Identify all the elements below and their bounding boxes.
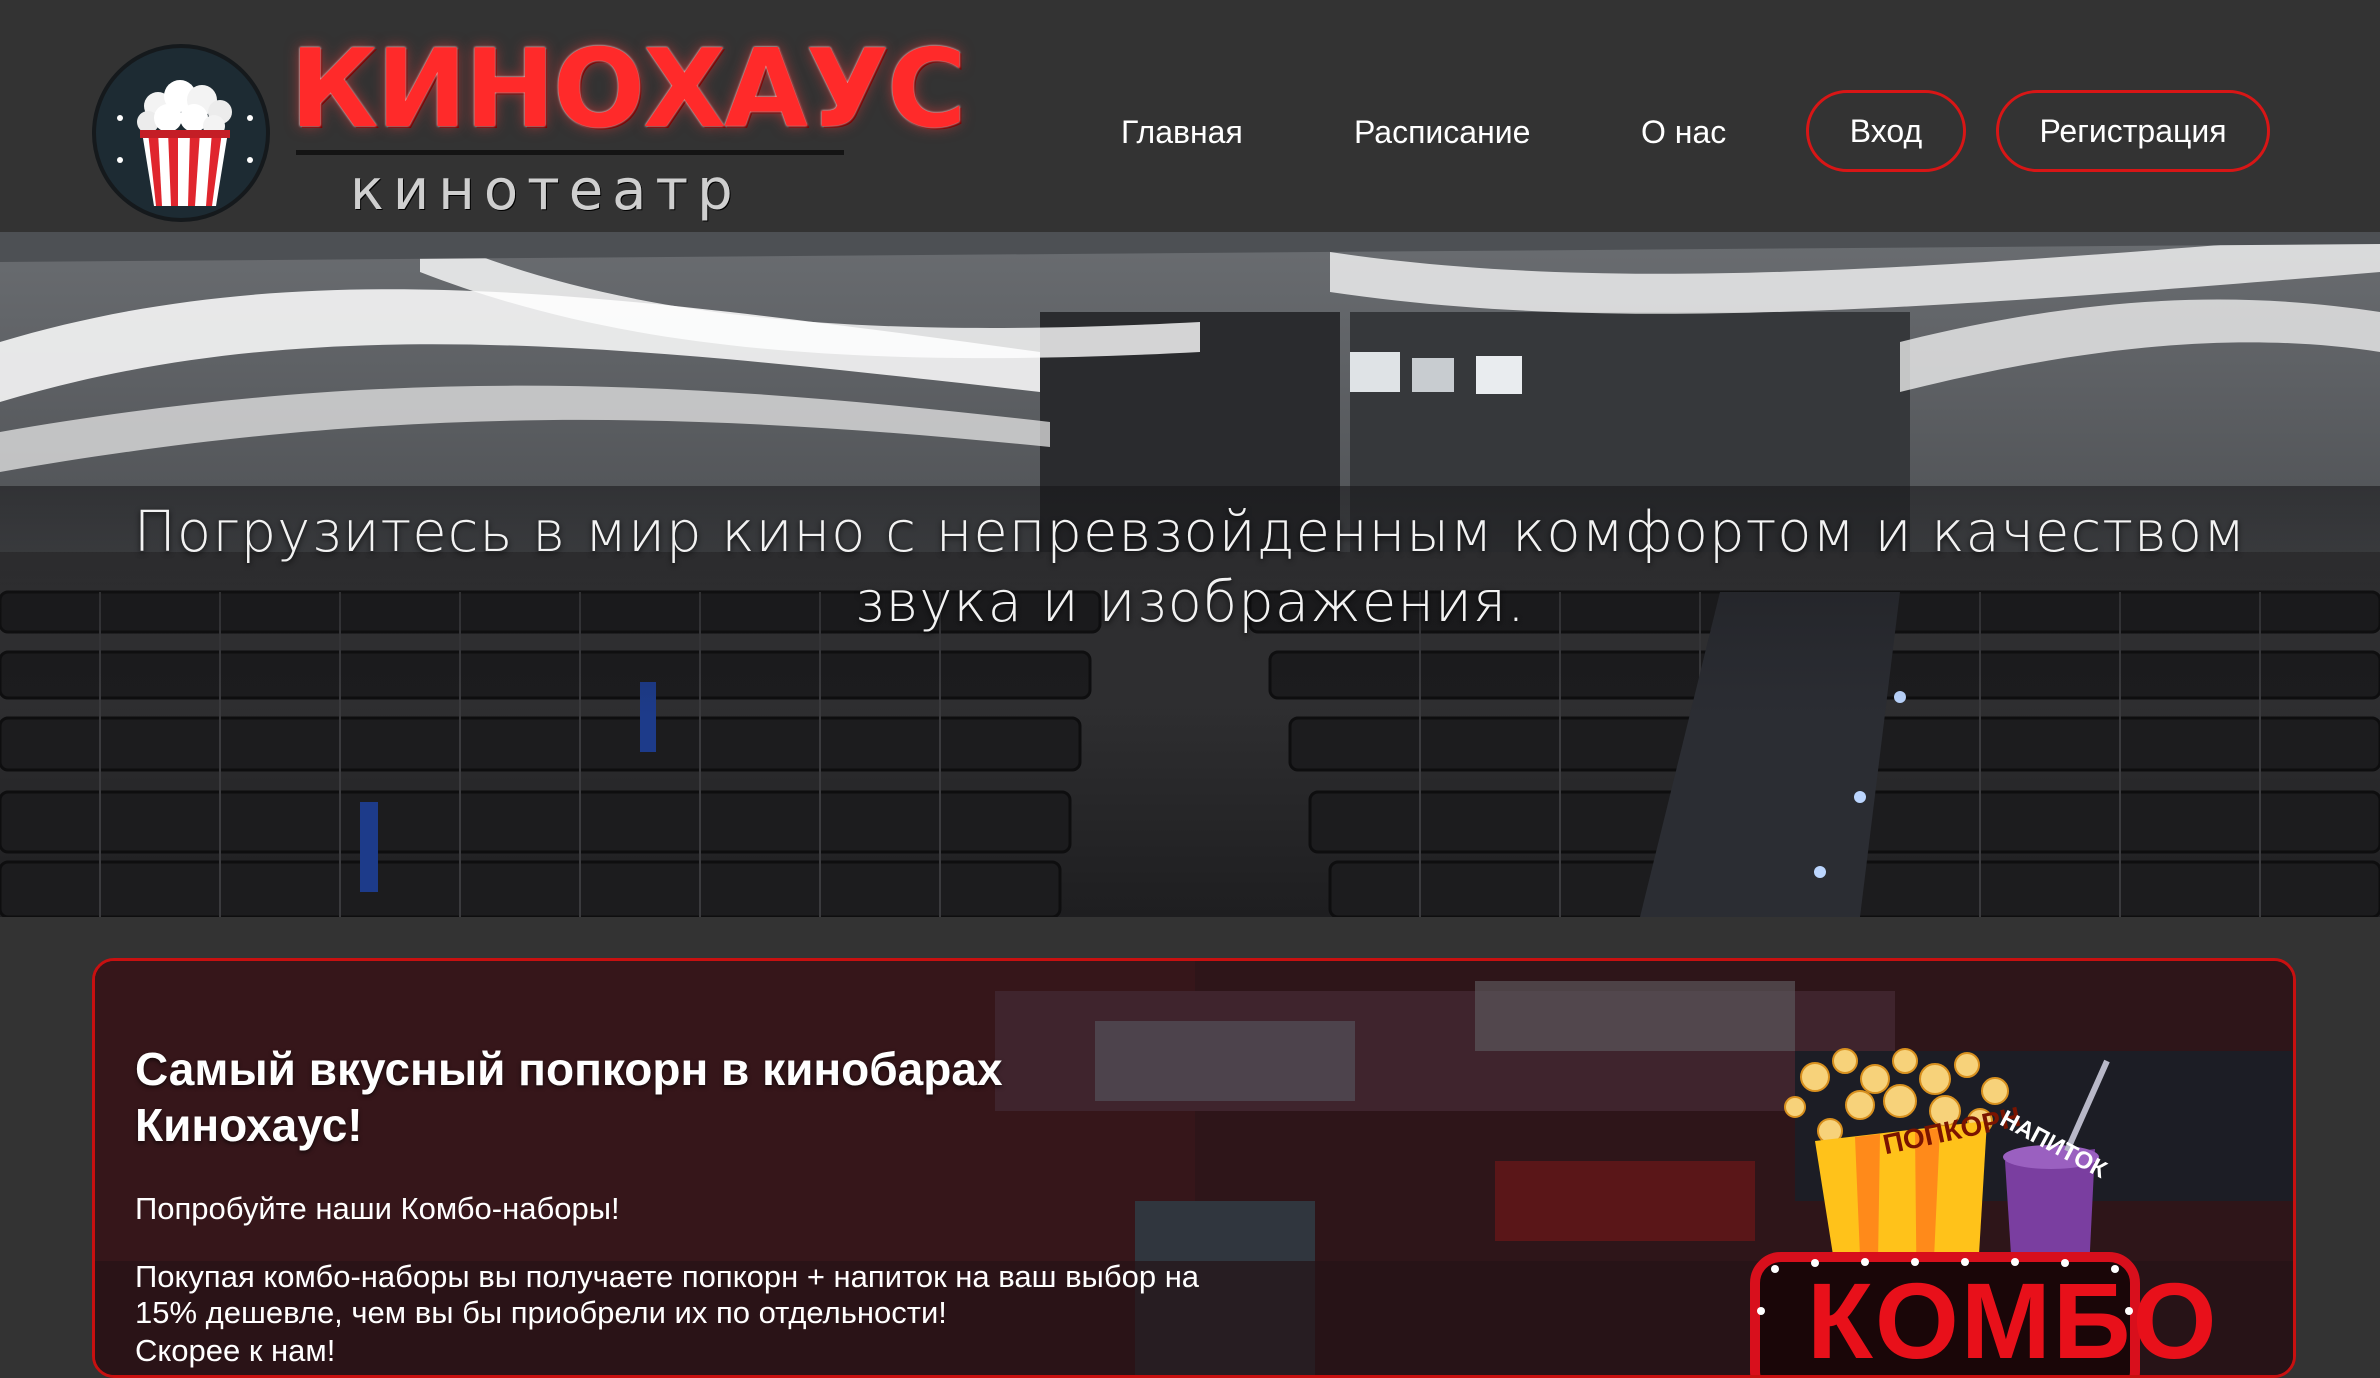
nav-schedule[interactable]: Расписание — [1354, 88, 1530, 176]
brand-title[interactable]: КИНОХАУС — [290, 30, 966, 150]
promo-card: Самый вкусный попкорн в кинобарах Киноха… — [92, 958, 2296, 1378]
brand-subtitle: кинотеатр — [350, 158, 742, 223]
promo-title: Самый вкусный попкорн в кинобарах Киноха… — [135, 1043, 1003, 1151]
hero-banner: Погрузитесь в мир кино с непревзойденным… — [0, 232, 2380, 917]
register-button[interactable]: Регистрация — [1996, 90, 2270, 172]
site-header: КИНОХАУС кинотеатр Главная Расписание О … — [0, 0, 2380, 232]
nav-about[interactable]: О нас — [1641, 88, 1726, 176]
hero-headline: Погрузитесь в мир кино с непревзойденным… — [133, 500, 2247, 635]
logo[interactable] — [92, 44, 270, 222]
promo-text-call: Скорее к нам! — [135, 1333, 336, 1368]
popcorn-icon — [117, 80, 253, 206]
promo-text-combo: Попробуйте наши Комбо-наборы! — [135, 1191, 620, 1226]
nav-home[interactable]: Главная — [1121, 88, 1243, 176]
combo-sign-text: КОМБО — [1807, 1260, 2219, 1378]
login-button[interactable]: Вход — [1806, 90, 1966, 172]
promo-text-discount: Покупая комбо-наборы вы получаете попкор… — [135, 1259, 1200, 1330]
